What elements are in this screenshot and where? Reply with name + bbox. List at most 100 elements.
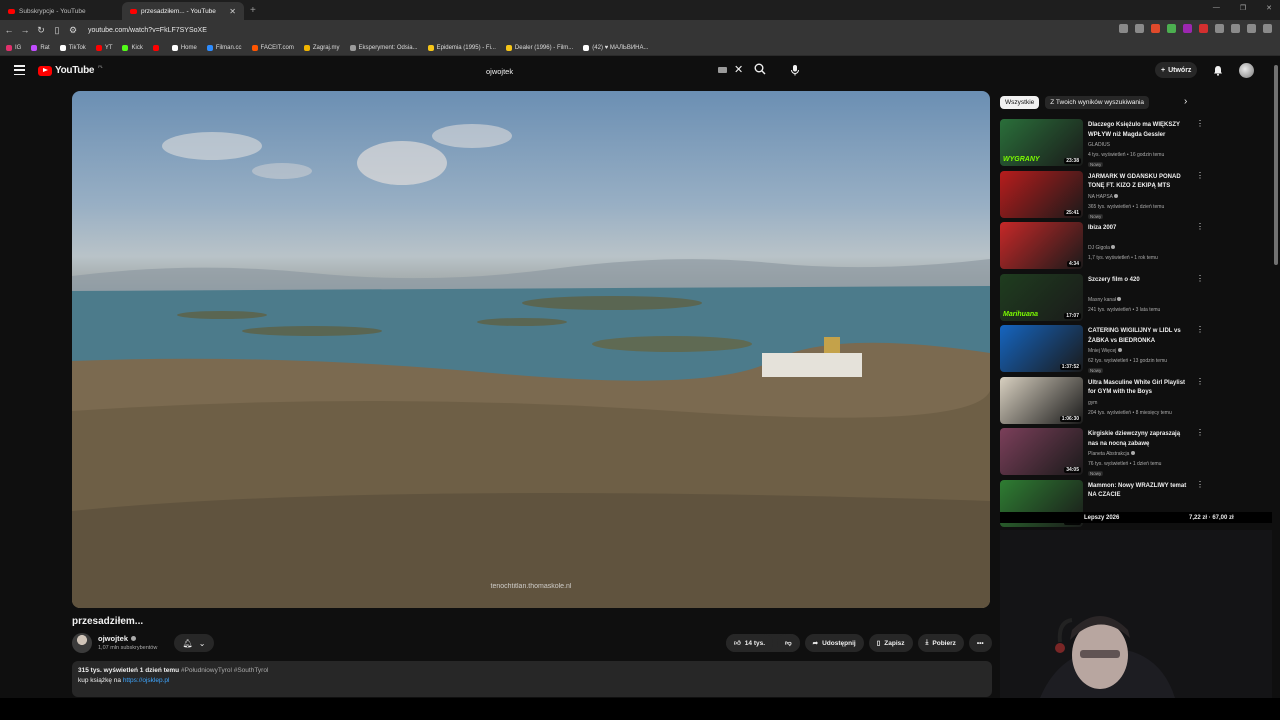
bookmark-item[interactable]: Dealer (1996) - Film... [505, 44, 573, 51]
recommended-video[interactable]: WYGRANY 23:38 Dlaczego Księżulo ma WIĘKSZY… [1000, 119, 1205, 171]
video-thumbnail[interactable]: WYGRANY 23:38 [1000, 119, 1083, 166]
more-vertical-icon[interactable]: ⋮ [1196, 171, 1204, 179]
bookmark-item[interactable]: Home [171, 44, 197, 51]
microphone-icon[interactable] [789, 64, 801, 76]
video-description[interactable]: 315 tys. wyświetleń 1 dzień temu #Połudn… [72, 661, 992, 697]
extension-icon[interactable] [1119, 24, 1128, 33]
recommended-channel[interactable]: Planeta Abstrakcja [1088, 451, 1135, 457]
video-thumbnail[interactable]: Marihuana 17:07 [1000, 273, 1083, 321]
bookmark-item[interactable]: Zagraj.my [303, 44, 340, 51]
recommended-video[interactable]: 4:34 Ibiza 2007 DJ Gigola 1,7 tys. wyświet… [1000, 222, 1205, 274]
recommended-title[interactable]: CATERING WIGILIJNY w LIDL vs ŻABKA vs BI… [1088, 327, 1190, 346]
recommended-channel[interactable]: NA HAPSA [1088, 193, 1119, 200]
notifications-bell-icon[interactable] [1213, 65, 1223, 76]
recommended-title[interactable]: JARMARK W GDAŃSKU PONAD TONĘ FT. KIZO Z … [1088, 173, 1190, 192]
recommended-video[interactable]: 1:37:52 CATERING WIGILIJNY w LIDL vs ŻABK… [1000, 325, 1205, 377]
new-tab-icon[interactable]: + [250, 5, 256, 16]
recommended-title[interactable]: Ibiza 2007 [1088, 224, 1190, 234]
dislike-button[interactable]: 👎︎ [777, 634, 800, 652]
clear-search-icon[interactable]: ✕ [734, 63, 743, 76]
bookmark-item[interactable]: YT [95, 44, 112, 51]
hashtags[interactable]: #PołudniowyTyrol #SouthTyrol [181, 667, 268, 674]
extension-icon[interactable] [1167, 24, 1176, 33]
channel-avatar[interactable] [72, 633, 92, 653]
recommended-title[interactable]: Dlaczego Księżulo ma WIĘKSZY WPŁYW niż M… [1088, 121, 1190, 140]
more-vertical-icon[interactable]: ⋮ [1196, 223, 1204, 231]
account-avatar[interactable] [1239, 63, 1254, 78]
puzzle-icon[interactable] [1215, 24, 1224, 33]
subscription-bell-button[interactable]: 🔔︎ ⌄ [174, 634, 214, 652]
menu-icon[interactable] [1263, 24, 1272, 33]
download-button[interactable]: ⤓ Pobierz [917, 634, 964, 652]
recommended-channel[interactable]: DJ Gigola [1088, 245, 1116, 251]
close-tab-icon[interactable]: ✕ [229, 7, 236, 16]
recommended-channel[interactable]: gym [1088, 400, 1097, 406]
bookmark-item[interactable]: IG [6, 44, 21, 51]
bookmark-item[interactable]: Filman.cc [206, 44, 242, 51]
share-icon[interactable] [1135, 24, 1144, 33]
bookmark-item[interactable]: (42) ♥ МАЛЬВИНА... [583, 44, 649, 51]
close-window-icon[interactable]: ✕ [1266, 4, 1272, 12]
more-actions-button[interactable]: ••• [968, 634, 992, 652]
extension-icon[interactable] [1183, 24, 1192, 33]
more-vertical-icon[interactable]: ⋮ [1196, 429, 1204, 437]
create-button[interactable]: + Utwórz [1155, 62, 1198, 78]
tab-subscriptions[interactable]: Subskrypcje - YouTube [0, 2, 122, 20]
chip-all[interactable]: Wszystkie [1000, 96, 1040, 109]
channel-name[interactable]: ojwojtek [98, 634, 137, 643]
download-icon[interactable] [1231, 24, 1240, 33]
menu-hamburger-icon[interactable] [14, 65, 25, 75]
recommended-video[interactable]: 25:41 JARMARK W GDAŃSKU PONAD TONĘ FT. KI… [1000, 170, 1205, 223]
tab-current-video[interactable]: przesadziłem... - YouTube ✕ [122, 2, 244, 20]
more-vertical-icon[interactable]: ⋮ [1196, 120, 1204, 128]
settings-icon[interactable] [1247, 24, 1256, 33]
bookmark-item[interactable]: FACEIT.com [251, 44, 294, 51]
brave-shield-icon[interactable] [1151, 24, 1160, 33]
chevron-right-icon[interactable]: › [1184, 96, 1187, 107]
reload-icon[interactable]: ↻ [34, 25, 48, 36]
video-thumbnail[interactable]: 1:37:52 [1000, 325, 1083, 372]
more-vertical-icon[interactable]: ⋮ [1196, 480, 1204, 488]
video-thumbnail[interactable]: 25:41 [1000, 170, 1083, 218]
bookmark-item[interactable]: Eksperyment: Odsia... [349, 44, 418, 51]
minimize-icon[interactable]: — [1213, 4, 1220, 12]
scrollbar-thumb[interactable] [1274, 65, 1278, 265]
keyboard-icon[interactable] [718, 67, 727, 73]
recommended-channel[interactable]: Masny kanał [1088, 296, 1122, 303]
chip-from-search[interactable]: Z Twoich wyników wyszukiwania [1045, 96, 1150, 109]
recommended-video[interactable]: 1:06:30 Ultra Masculine White Girl Playli… [1000, 376, 1205, 429]
bookmark-item[interactable] [152, 44, 162, 51]
recommended-title[interactable]: Kirgiskie dziewczyny zapraszają nas na n… [1088, 430, 1190, 449]
restore-icon[interactable]: ❐ [1240, 4, 1246, 12]
recommended-video[interactable]: Marihuana 17:07 Szczery film o 420 Masny ka… [1000, 273, 1205, 326]
shop-link[interactable]: https://ojsklep.pl [123, 677, 170, 684]
bookmark-item[interactable]: Epidemia (1995) - Fi... [427, 44, 496, 51]
recommended-channel[interactable]: Mniej Więcej [1088, 348, 1122, 354]
search-icon[interactable] [754, 63, 766, 75]
recommended-title[interactable]: Mammon: Nowy WRAŻLIWY temat NA CZACIE [1088, 482, 1190, 501]
bookmark-page-icon[interactable]: ▯ [50, 25, 64, 36]
search-box[interactable]: ojwojtek ✕ [478, 63, 746, 79]
extension-icon[interactable] [1199, 24, 1208, 33]
search-input[interactable]: ojwojtek [486, 67, 513, 76]
back-icon[interactable]: ← [2, 25, 16, 35]
more-vertical-icon[interactable]: ⋮ [1196, 274, 1204, 282]
bookmark-item[interactable]: Rat [31, 44, 50, 51]
recommended-channel[interactable]: GLADIUS [1088, 142, 1110, 148]
youtube-logo[interactable]: YouTube PL [38, 64, 103, 76]
recommended-title[interactable]: Szczery film o 420 [1088, 276, 1190, 286]
video-thumbnail[interactable]: 1:06:30 [1000, 376, 1083, 424]
video-player[interactable]: tenochtitlan.thomaskole.nl [72, 91, 990, 608]
share-button[interactable]: ➦ Udostępnij [804, 634, 864, 652]
like-button[interactable]: 👍︎ 14 tys. [726, 634, 774, 652]
site-info-icon[interactable]: ⚙ [66, 25, 80, 36]
recommended-title[interactable]: Ultra Masculine White Girl Playlist for … [1088, 379, 1190, 398]
video-thumbnail[interactable]: 4:34 [1000, 222, 1083, 269]
bookmark-item[interactable]: Kick [122, 44, 143, 51]
more-vertical-icon[interactable]: ⋮ [1196, 377, 1204, 385]
forward-icon[interactable]: → [18, 25, 32, 35]
bookmark-item[interactable]: TikTok [59, 44, 86, 51]
video-thumbnail[interactable]: 34:05 [1000, 428, 1083, 475]
recommended-video[interactable]: 34:05 Kirgiskie dziewczyny zapraszają nas… [1000, 428, 1205, 480]
save-button[interactable]: ▯ Zapisz [868, 634, 913, 652]
